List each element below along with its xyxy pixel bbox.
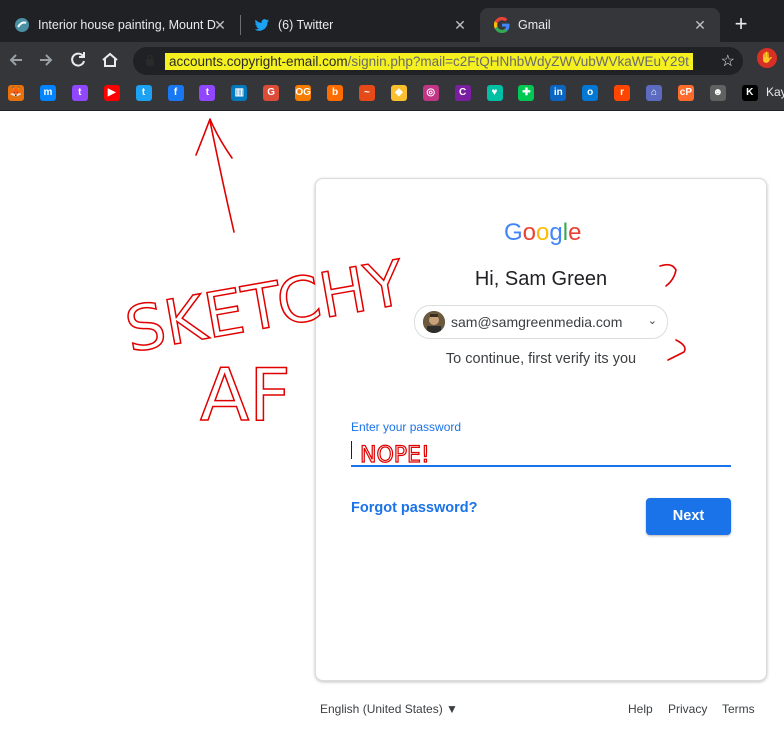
instagram-icon[interactable]: ◎ <box>422 85 439 101</box>
b-icon[interactable]: b <box>327 85 343 101</box>
chart-icon[interactable]: ~ <box>358 85 375 101</box>
toolbar: accounts.copyright-email.com/signin.php?… <box>0 42 784 78</box>
password-input[interactable] <box>351 437 731 467</box>
twitch-icon[interactable]: t <box>199 85 216 101</box>
k-icon[interactable]: K <box>741 85 758 101</box>
twitter-icon <box>254 17 270 33</box>
help-link[interactable]: Help <box>628 702 653 716</box>
google-logo: Google <box>504 219 582 246</box>
new-tab-button[interactable]: + <box>731 13 751 35</box>
puzzle-icon[interactable]: ✚ <box>518 85 535 101</box>
arrow-shaft <box>209 120 235 233</box>
terms-link[interactable]: Terms <box>722 702 755 716</box>
language-selector[interactable]: English (United States) ▼ <box>320 702 458 716</box>
facebook-icon[interactable]: f <box>167 85 184 101</box>
privacy-link[interactable]: Privacy <box>668 702 707 716</box>
arrow-head-icon <box>195 118 233 159</box>
next-button[interactable]: Next <box>646 498 731 535</box>
twitter-icon[interactable]: t <box>135 85 152 101</box>
text-cursor <box>351 441 352 459</box>
reload-icon <box>71 52 85 67</box>
tab-interior-painting[interactable]: Interior house painting, Mount D ✕ <box>0 8 240 42</box>
twitch-icon[interactable]: t <box>71 85 88 101</box>
verify-subtitle: To continue, first verify its you <box>445 351 637 367</box>
google-icon <box>494 17 510 33</box>
url-text[interactable]: accounts.copyright-email.com/signin.php?… <box>165 53 693 70</box>
password-label: Enter your password <box>351 420 462 434</box>
cpanel-icon[interactable]: cP <box>677 85 694 101</box>
bookmark-label[interactable]: Kay <box>766 85 784 99</box>
arrow-left-icon <box>9 54 22 66</box>
af-text: AF <box>200 353 291 437</box>
tab-title: Gmail <box>518 18 551 32</box>
diamond-icon[interactable]: ◆ <box>390 85 407 101</box>
arrow-right-icon <box>40 54 53 66</box>
youtube-icon[interactable]: ▶ <box>103 85 120 101</box>
address-bar[interactable]: accounts.copyright-email.com/signin.php?… <box>133 47 743 75</box>
outlook-icon[interactable]: o <box>582 85 599 101</box>
reddit-icon[interactable]: r <box>614 85 631 101</box>
tab-twitter[interactable]: (6) Twitter ✕ <box>240 8 480 42</box>
linkedin-icon[interactable]: in <box>550 85 567 101</box>
avatar <box>423 311 445 333</box>
c-icon[interactable]: C <box>454 85 471 101</box>
extension-icon[interactable]: ✋ <box>757 48 777 68</box>
home-icon <box>102 52 118 67</box>
chevron-down-icon: ⌄ <box>647 315 657 327</box>
forgot-password-link[interactable]: Forgot password? <box>351 500 477 516</box>
forward-button[interactable] <box>34 48 58 72</box>
greeting-heading: Hi, Sam Green <box>474 268 608 290</box>
tab-title: Interior house painting, Mount D <box>38 18 216 32</box>
home-button[interactable] <box>98 48 122 72</box>
skull-icon[interactable]: ☻ <box>709 85 726 101</box>
lock-icon <box>146 54 154 66</box>
close-tab-icon[interactable]: ✕ <box>452 17 468 33</box>
account-chip[interactable]: sam@samgreenmedia.com ⌄ <box>414 305 668 339</box>
url-host: accounts.copyright-email.com <box>169 54 348 69</box>
account-email: sam@samgreenmedia.com <box>451 314 623 330</box>
tab-title: (6) Twitter <box>278 18 334 32</box>
close-tab-icon[interactable]: ✕ <box>692 17 708 33</box>
fox-icon[interactable]: 🦊 <box>8 85 24 101</box>
heart-icon[interactable]: ♥ <box>486 85 503 101</box>
close-tab-icon[interactable]: ✕ <box>212 17 228 33</box>
house-icon[interactable]: ⌂ <box>646 85 662 101</box>
og-icon[interactable]: OG <box>295 85 312 101</box>
tab-strip: Interior house painting, Mount D ✕ (6) T… <box>0 0 784 42</box>
url-path: /signin.php?mail=c2FtQHNhbWdyZWVubWVkaWE… <box>347 54 689 69</box>
messenger-icon[interactable]: m <box>39 85 56 101</box>
tab-gmail[interactable]: Gmail ✕ <box>480 8 720 42</box>
trello-icon[interactable]: ▥ <box>231 85 248 101</box>
back-button[interactable] <box>4 48 28 72</box>
bookmarks-bar: 🦊 m t ▶ t f t ▥ G OG b ~ ◆ ◎ C ♥ ✚ in o r ⌂ cP ☻ K <box>0 78 784 111</box>
bookmark-star-icon[interactable]: ☆ <box>721 51 735 71</box>
site-favicon-icon <box>14 17 30 33</box>
google-plus-icon[interactable]: G <box>263 85 280 101</box>
reload-button[interactable] <box>66 48 90 72</box>
signin-card: Google Hi, Sam Green sam@samgreenmedia.c… <box>315 178 767 681</box>
